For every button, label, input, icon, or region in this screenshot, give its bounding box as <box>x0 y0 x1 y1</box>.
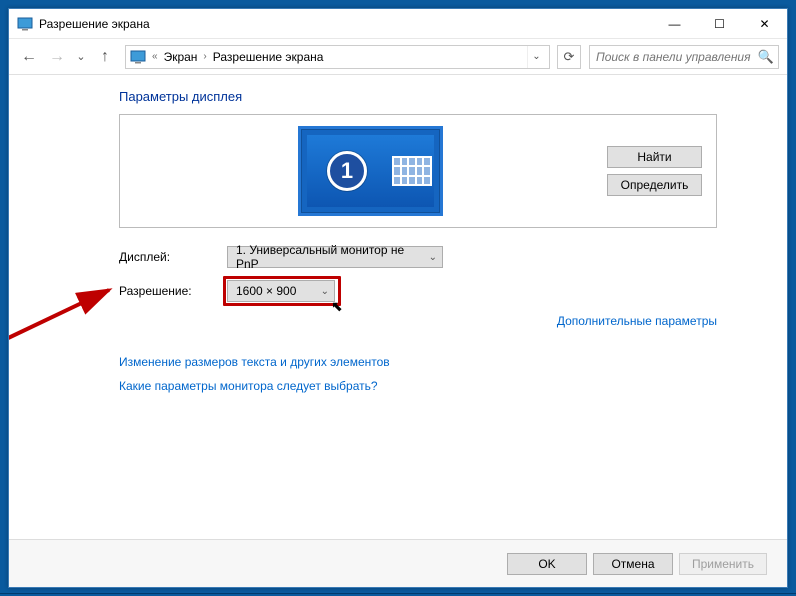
chevron-down-icon: ⌄ <box>321 286 329 297</box>
resolution-row: Разрешение: 1600 × 900 ⌄ ⬉ <box>119 280 717 302</box>
maximize-button[interactable]: ☐ <box>697 9 742 38</box>
advanced-settings-link[interactable]: Дополнительные параметры <box>557 314 717 328</box>
chevron-right-icon: › <box>201 51 208 62</box>
screen-resolution-window: Разрешение экрана — ☐ ✕ ← → ⌄ ↑ « Экран … <box>8 8 788 588</box>
search-input[interactable] <box>594 49 758 65</box>
titlebar[interactable]: Разрешение экрана — ☐ ✕ <box>9 9 787 39</box>
which-settings-link[interactable]: Какие параметры монитора следует выбрать… <box>119 379 378 393</box>
chevron-down-icon: ⌄ <box>429 252 437 263</box>
monitor-number-badge: 1 <box>327 151 367 191</box>
display-icon <box>130 49 146 65</box>
detect-button[interactable]: Определить <box>607 174 702 196</box>
display-label: Дисплей: <box>119 250 227 264</box>
navigation-bar: ← → ⌄ ↑ « Экран › Разрешение экрана ⌄ ⟳ … <box>9 39 787 75</box>
desktop-grid-icon <box>392 156 432 186</box>
recent-dropdown[interactable]: ⌄ <box>73 45 89 69</box>
annotation-arrow <box>9 265 129 395</box>
breadcrumb-root-sep[interactable]: « <box>150 51 160 62</box>
resolution-label: Разрешение: <box>119 284 227 298</box>
search-icon[interactable]: 🔍 <box>758 49 774 65</box>
breadcrumb-display[interactable]: Экран <box>164 50 198 64</box>
content-area: Параметры дисплея 1 Найти О <box>9 75 787 539</box>
resolution-select[interactable]: 1600 × 900 ⌄ <box>227 280 335 302</box>
forward-button[interactable]: → <box>45 45 69 69</box>
address-dropdown[interactable]: ⌄ <box>527 46 545 68</box>
breadcrumb-resolution[interactable]: Разрешение экрана <box>213 50 324 64</box>
refresh-button[interactable]: ⟳ <box>557 45 581 69</box>
dialog-footer: OK Отмена Применить <box>9 539 787 587</box>
find-button[interactable]: Найти <box>607 146 702 168</box>
display-preview-box: 1 Найти Определить <box>119 114 717 228</box>
monitor-preview[interactable]: 1 <box>298 126 443 216</box>
up-button[interactable]: ↑ <box>93 45 117 69</box>
close-button[interactable]: ✕ <box>742 9 787 38</box>
apply-button[interactable]: Применить <box>679 553 767 575</box>
monitor-icon <box>17 16 33 32</box>
window-title: Разрешение экрана <box>39 17 652 31</box>
search-box[interactable]: 🔍 <box>589 45 779 69</box>
minimize-button[interactable]: — <box>652 9 697 38</box>
ok-button[interactable]: OK <box>507 553 587 575</box>
page-heading: Параметры дисплея <box>119 89 717 104</box>
text-size-link[interactable]: Изменение размеров текста и других элеме… <box>119 355 390 369</box>
display-row: Дисплей: 1. Универсальный монитор не PnP… <box>119 246 717 268</box>
back-button[interactable]: ← <box>17 45 41 69</box>
address-bar[interactable]: « Экран › Разрешение экрана ⌄ <box>125 45 550 69</box>
display-select[interactable]: 1. Универсальный монитор не PnP ⌄ <box>227 246 443 268</box>
cancel-button[interactable]: Отмена <box>593 553 673 575</box>
